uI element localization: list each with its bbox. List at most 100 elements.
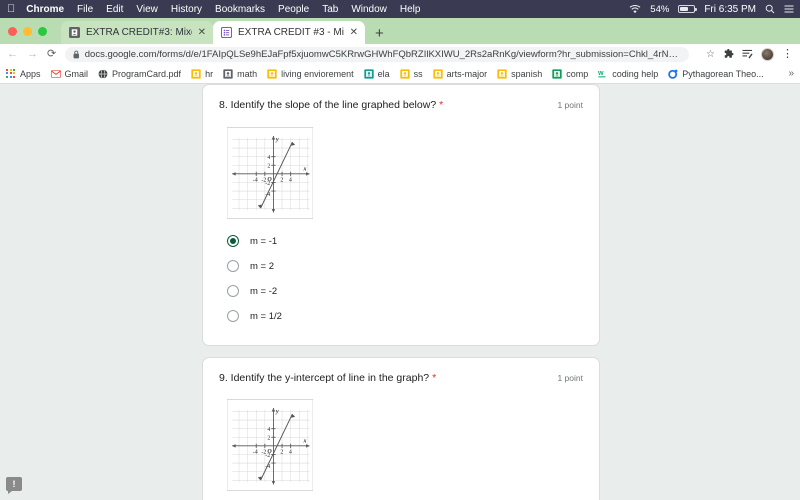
menu-item-window[interactable]: Window (351, 4, 387, 15)
y-axis-label: y (275, 409, 279, 415)
radio-button-1[interactable] (227, 235, 239, 248)
bookmark-pythagorean-theorem[interactable]: Pythagorean Theo... (668, 69, 764, 79)
radio-button-4[interactable] (227, 310, 239, 323)
bookmark-hr[interactable]: hr (191, 69, 213, 79)
x-tick-2: 2 (280, 450, 283, 456)
close-window-button[interactable] (8, 26, 17, 36)
minimize-window-button[interactable] (23, 26, 32, 36)
profile-avatar[interactable] (761, 47, 774, 61)
address-bar[interactable]: docs.google.com/forms/d/e/1FAIpQLSe9hEJa… (65, 46, 690, 62)
coordinate-plane-graph: -4 -2 2 4 4 2 -2 -4 O x y (227, 399, 313, 492)
bookmark-apps[interactable]: Apps (6, 68, 41, 79)
puzzle-piece-icon[interactable] (723, 48, 734, 60)
menu-item-people[interactable]: People (278, 4, 309, 15)
back-navigation-icon[interactable]: ← (7, 48, 18, 60)
bookmark-math-label: math (237, 68, 258, 79)
control-center-icon[interactable] (784, 4, 794, 14)
question-8-header: 8. Identify the slope of the line graphe… (219, 99, 583, 113)
bookmark-ela-label: ela (377, 68, 390, 79)
google-forms-editor-icon (221, 27, 232, 38)
maximize-window-button[interactable] (38, 26, 47, 36)
question-9-text: 9. Identify the y-intercept of line in t… (219, 371, 430, 384)
close-tab-1-icon[interactable]: ✕ (198, 27, 206, 38)
bookmark-star-icon[interactable]: ☆ (706, 49, 715, 60)
window-traffic-lights (8, 18, 47, 44)
x-tick-neg4: -4 (253, 177, 258, 183)
menu-bar-status-area: 54% Fri 6:35 PM (629, 0, 794, 18)
option-row-1[interactable]: m = -1 (219, 229, 583, 254)
menu-item-tab[interactable]: Tab (322, 4, 338, 15)
svg-text:W: W (598, 71, 604, 77)
menu-item-history[interactable]: History (171, 4, 202, 15)
radio-button-2[interactable] (227, 260, 239, 273)
classroom-icon (223, 68, 233, 79)
spotlight-search-icon[interactable] (765, 4, 775, 14)
menu-item-help[interactable]: Help (400, 4, 421, 15)
browser-toolbar: ← → ⟳ docs.google.com/forms/d/e/1FAIpQLS… (0, 44, 800, 64)
menu-item-bookmarks[interactable]: Bookmarks (215, 4, 265, 15)
option-row-4[interactable]: m = 1/2 (219, 304, 583, 329)
classroom-icon (363, 68, 374, 79)
lock-icon (73, 50, 80, 58)
menu-item-view[interactable]: View (136, 4, 158, 15)
google-forms-page: 8. Identify the slope of the line graphe… (0, 84, 800, 500)
chrome-menu-icon[interactable]: ⋮ (782, 48, 793, 60)
menu-bar-clock[interactable]: Fri 6:35 PM (704, 4, 756, 15)
question-8-points: 1 point (557, 100, 583, 110)
browser-tab-2[interactable]: EXTRA CREDIT #3 - Mixed Rev ✕ (213, 21, 365, 44)
forward-navigation-icon[interactable]: → (27, 48, 38, 60)
bookmark-living-enviorement[interactable]: living enviorement (267, 69, 354, 79)
macos-menu-bar:  Chrome File Edit View History Bookmark… (0, 0, 800, 18)
radio-button-3[interactable] (227, 285, 239, 298)
option-row-2[interactable]: m = 2 (219, 254, 583, 279)
bookmark-comp[interactable]: comp (552, 69, 588, 79)
classroom-icon (552, 68, 562, 79)
browser-tab-1-title: EXTRA CREDIT#3: Mixed Prac (86, 27, 192, 38)
bookmark-coding-help[interactable]: W coding help (598, 69, 658, 79)
w3schools-icon: W (598, 71, 606, 77)
question-8-title: 8. Identify the slope of the line graphe… (219, 99, 443, 113)
classroom-icon (432, 68, 443, 79)
battery-icon[interactable] (678, 4, 697, 14)
question-card-8: 8. Identify the slope of the line graphe… (202, 84, 600, 346)
x-tick-neg4: -4 (253, 450, 258, 456)
bookmark-math[interactable]: math (223, 69, 257, 79)
classroom-icon (191, 68, 201, 79)
question-9-points: 1 point (557, 372, 583, 383)
new-tab-button[interactable]: + (375, 26, 384, 41)
wifi-icon[interactable] (629, 4, 641, 14)
close-tab-2-icon[interactable]: ✕ (350, 27, 358, 38)
question-9-graph-image: -4 -2 2 4 4 2 -2 -4 O x y (227, 399, 583, 492)
option-label-3: m = -2 (250, 285, 278, 297)
reload-icon[interactable]: ⟳ (47, 48, 56, 60)
bookmarks-overflow-icon[interactable]: » (788, 68, 794, 79)
origin-label: O (267, 177, 272, 183)
apple-logo-icon[interactable]:  (7, 3, 15, 15)
menu-item-chrome[interactable]: Chrome (26, 4, 64, 15)
bookmark-arts-major[interactable]: arts-major (432, 68, 488, 79)
coordinate-plane-graph: -4 -2 2 4 4 2 -2 -4 O x y (227, 126, 313, 219)
browser-tab-1[interactable]: EXTRA CREDIT#3: Mixed Prac ✕ (61, 21, 213, 44)
option-row-3[interactable]: m = -2 (219, 279, 583, 304)
bookmark-ela[interactable]: ela (363, 68, 390, 79)
browser-tab-2-title: EXTRA CREDIT #3 - Mixed Rev (238, 27, 344, 38)
classroom-icon (497, 68, 507, 79)
notification-badge-icon[interactable]: ! (6, 477, 22, 494)
bookmark-arts-major-label: arts-major (446, 68, 488, 79)
classroom-icon (399, 68, 410, 79)
bookmark-ss[interactable]: ss (399, 68, 423, 79)
bookmark-spanish[interactable]: spanish (497, 69, 542, 79)
bookmark-hr-label: hr (205, 68, 214, 79)
x-tick-2: 2 (280, 177, 283, 183)
reading-list-icon[interactable] (742, 49, 753, 59)
menu-item-edit[interactable]: Edit (106, 4, 123, 15)
bookmark-gmail[interactable]: Gmail (50, 69, 88, 79)
bookmark-programcard[interactable]: ProgramCard.pdf (98, 69, 181, 79)
gmail-icon (50, 69, 61, 78)
menu-item-file[interactable]: File (77, 4, 93, 15)
x-axis-label: x (303, 166, 307, 172)
globe-icon (98, 68, 108, 79)
form-question-column: 8. Identify the slope of the line graphe… (202, 84, 600, 500)
google-forms-icon (69, 27, 80, 38)
origin-label: O (267, 449, 272, 455)
